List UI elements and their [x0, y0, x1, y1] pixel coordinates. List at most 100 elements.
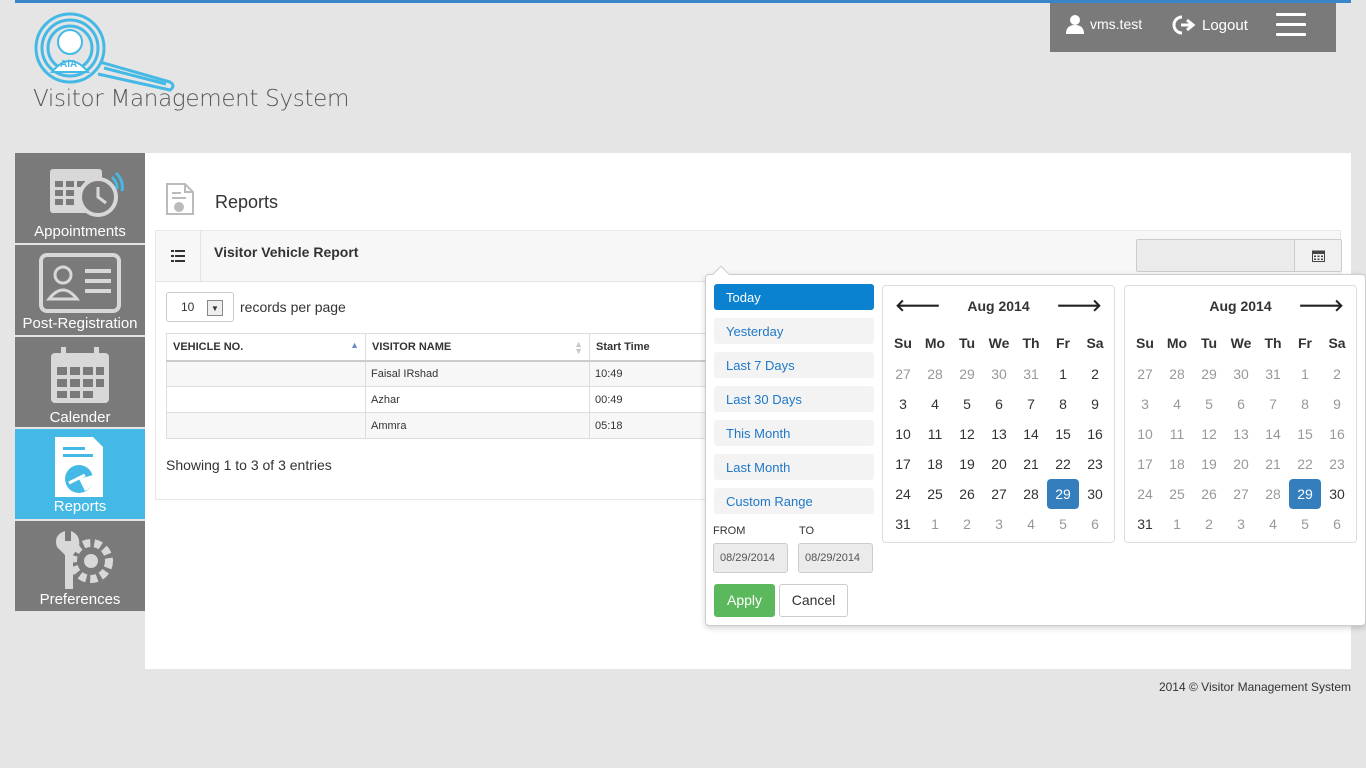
- cancel-button[interactable]: Cancel: [779, 584, 848, 617]
- calendar-day[interactable]: 5: [1193, 389, 1225, 419]
- table-row[interactable]: Faisal IRshad 10:49: [166, 360, 706, 387]
- calendar-day[interactable]: 4: [1161, 389, 1193, 419]
- calendar-day[interactable]: 19: [1193, 449, 1225, 479]
- sidebar-item-appointments[interactable]: Appointments: [15, 153, 145, 245]
- calendar-day[interactable]: 31: [1129, 509, 1161, 539]
- calendar-day[interactable]: 23: [1079, 449, 1111, 479]
- calendar-day[interactable]: 1: [1161, 509, 1193, 539]
- user-menu[interactable]: vms.test: [1066, 14, 1142, 34]
- calendar-day[interactable]: 12: [1193, 419, 1225, 449]
- calendar-day[interactable]: 16: [1079, 419, 1111, 449]
- calendar-day[interactable]: 5: [1289, 509, 1321, 539]
- calendar-day[interactable]: 27: [1225, 479, 1257, 509]
- calendar-day[interactable]: 1: [1289, 359, 1321, 389]
- calendar-day[interactable]: 28: [1257, 479, 1289, 509]
- calendar-day[interactable]: 30: [1079, 479, 1111, 509]
- calendar-day[interactable]: 3: [1225, 509, 1257, 539]
- calendar-day[interactable]: 2: [1079, 359, 1111, 389]
- sidebar-item-calender[interactable]: Calender: [15, 337, 145, 429]
- calendar-day[interactable]: 4: [919, 389, 951, 419]
- calendar-day[interactable]: 2: [1321, 359, 1353, 389]
- calendar-day[interactable]: 7: [1015, 389, 1047, 419]
- calendar-day[interactable]: 19: [951, 449, 983, 479]
- calendar-day[interactable]: 12: [951, 419, 983, 449]
- calendar-day[interactable]: 29: [951, 359, 983, 389]
- calendar-day[interactable]: 28: [919, 359, 951, 389]
- range-this-month[interactable]: This Month: [714, 420, 874, 446]
- calendar-day[interactable]: 9: [1079, 389, 1111, 419]
- calendar-day[interactable]: 27: [887, 359, 919, 389]
- calendar-day[interactable]: 8: [1289, 389, 1321, 419]
- logo[interactable]: AiA Visitor Management System: [30, 10, 349, 120]
- table-row[interactable]: Azhar 00:49: [166, 386, 706, 413]
- calendar-day[interactable]: 14: [1257, 419, 1289, 449]
- calendar-day[interactable]: 1: [919, 509, 951, 539]
- calendar-day[interactable]: 25: [919, 479, 951, 509]
- calendar-day[interactable]: 28: [1161, 359, 1193, 389]
- sidebar-item-preferences[interactable]: Preferences: [15, 521, 145, 613]
- calendar-day[interactable]: 3: [887, 389, 919, 419]
- calendar-day[interactable]: 6: [1321, 509, 1353, 539]
- calendar-day[interactable]: 14: [1015, 419, 1047, 449]
- calendar-day[interactable]: 10: [1129, 419, 1161, 449]
- calendar-day[interactable]: 26: [1193, 479, 1225, 509]
- next-month-icon[interactable]: 🡒: [1298, 296, 1344, 316]
- sidebar-item-reports[interactable]: Reports: [15, 429, 145, 521]
- range-last-month[interactable]: Last Month: [714, 454, 874, 480]
- calendar-day[interactable]: 22: [1047, 449, 1079, 479]
- calendar-day[interactable]: 5: [1047, 509, 1079, 539]
- calendar-day[interactable]: 16: [1321, 419, 1353, 449]
- next-month-icon[interactable]: 🡒: [1056, 296, 1102, 316]
- calendar-day[interactable]: 9: [1321, 389, 1353, 419]
- to-date-input[interactable]: 08/29/2014: [798, 543, 873, 573]
- calendar-day[interactable]: 20: [983, 449, 1015, 479]
- calendar-day[interactable]: 3: [983, 509, 1015, 539]
- calendar-day[interactable]: 6: [983, 389, 1015, 419]
- calendar-day[interactable]: 20: [1225, 449, 1257, 479]
- calendar-day[interactable]: 27: [983, 479, 1015, 509]
- calendar-day[interactable]: 29: [1289, 479, 1321, 509]
- date-range-input[interactable]: [1136, 239, 1342, 272]
- calendar-day[interactable]: 21: [1015, 449, 1047, 479]
- calendar-day[interactable]: 7: [1257, 389, 1289, 419]
- calendar-day[interactable]: 4: [1015, 509, 1047, 539]
- calendar-day[interactable]: 31: [887, 509, 919, 539]
- page-size-select[interactable]: 10 ▼: [166, 292, 234, 322]
- calendar-day[interactable]: 31: [1015, 359, 1047, 389]
- sidebar-item-post-registration[interactable]: Post-Registration: [15, 245, 145, 337]
- logout-button[interactable]: Logout: [1172, 14, 1248, 36]
- calendar-day[interactable]: 8: [1047, 389, 1079, 419]
- calendar-day[interactable]: 25: [1161, 479, 1193, 509]
- from-date-input[interactable]: 08/29/2014: [713, 543, 788, 573]
- calendar-day[interactable]: 29: [1193, 359, 1225, 389]
- range-yesterday[interactable]: Yesterday: [714, 318, 874, 344]
- calendar-day[interactable]: 2: [951, 509, 983, 539]
- calendar-day[interactable]: 5: [951, 389, 983, 419]
- calendar-day[interactable]: 26: [951, 479, 983, 509]
- calendar-day[interactable]: 3: [1129, 389, 1161, 419]
- calendar-day[interactable]: 27: [1129, 359, 1161, 389]
- calendar-day[interactable]: 28: [1015, 479, 1047, 509]
- calendar-day[interactable]: 17: [887, 449, 919, 479]
- calendar-day[interactable]: 18: [919, 449, 951, 479]
- calendar-day[interactable]: 11: [919, 419, 951, 449]
- calendar-day[interactable]: 11: [1161, 419, 1193, 449]
- calendar-day[interactable]: 13: [1225, 419, 1257, 449]
- range-custom[interactable]: Custom Range: [714, 488, 874, 514]
- calendar-day[interactable]: 29: [1047, 479, 1079, 509]
- range-today[interactable]: Today: [714, 284, 874, 310]
- calendar-day[interactable]: 1: [1047, 359, 1079, 389]
- calendar-button[interactable]: [1294, 240, 1341, 271]
- range-last-30-days[interactable]: Last 30 Days: [714, 386, 874, 412]
- calendar-day[interactable]: 2: [1193, 509, 1225, 539]
- range-last-7-days[interactable]: Last 7 Days: [714, 352, 874, 378]
- calendar-day[interactable]: 6: [1079, 509, 1111, 539]
- calendar-day[interactable]: 17: [1129, 449, 1161, 479]
- calendar-day[interactable]: 13: [983, 419, 1015, 449]
- column-header-vehicle-no[interactable]: VEHICLE NO. ▲: [166, 333, 366, 362]
- calendar-day[interactable]: 24: [887, 479, 919, 509]
- column-header-start-time[interactable]: Start Time: [589, 333, 706, 362]
- calendar-day[interactable]: 22: [1289, 449, 1321, 479]
- calendar-day[interactable]: 21: [1257, 449, 1289, 479]
- calendar-day[interactable]: 30: [1321, 479, 1353, 509]
